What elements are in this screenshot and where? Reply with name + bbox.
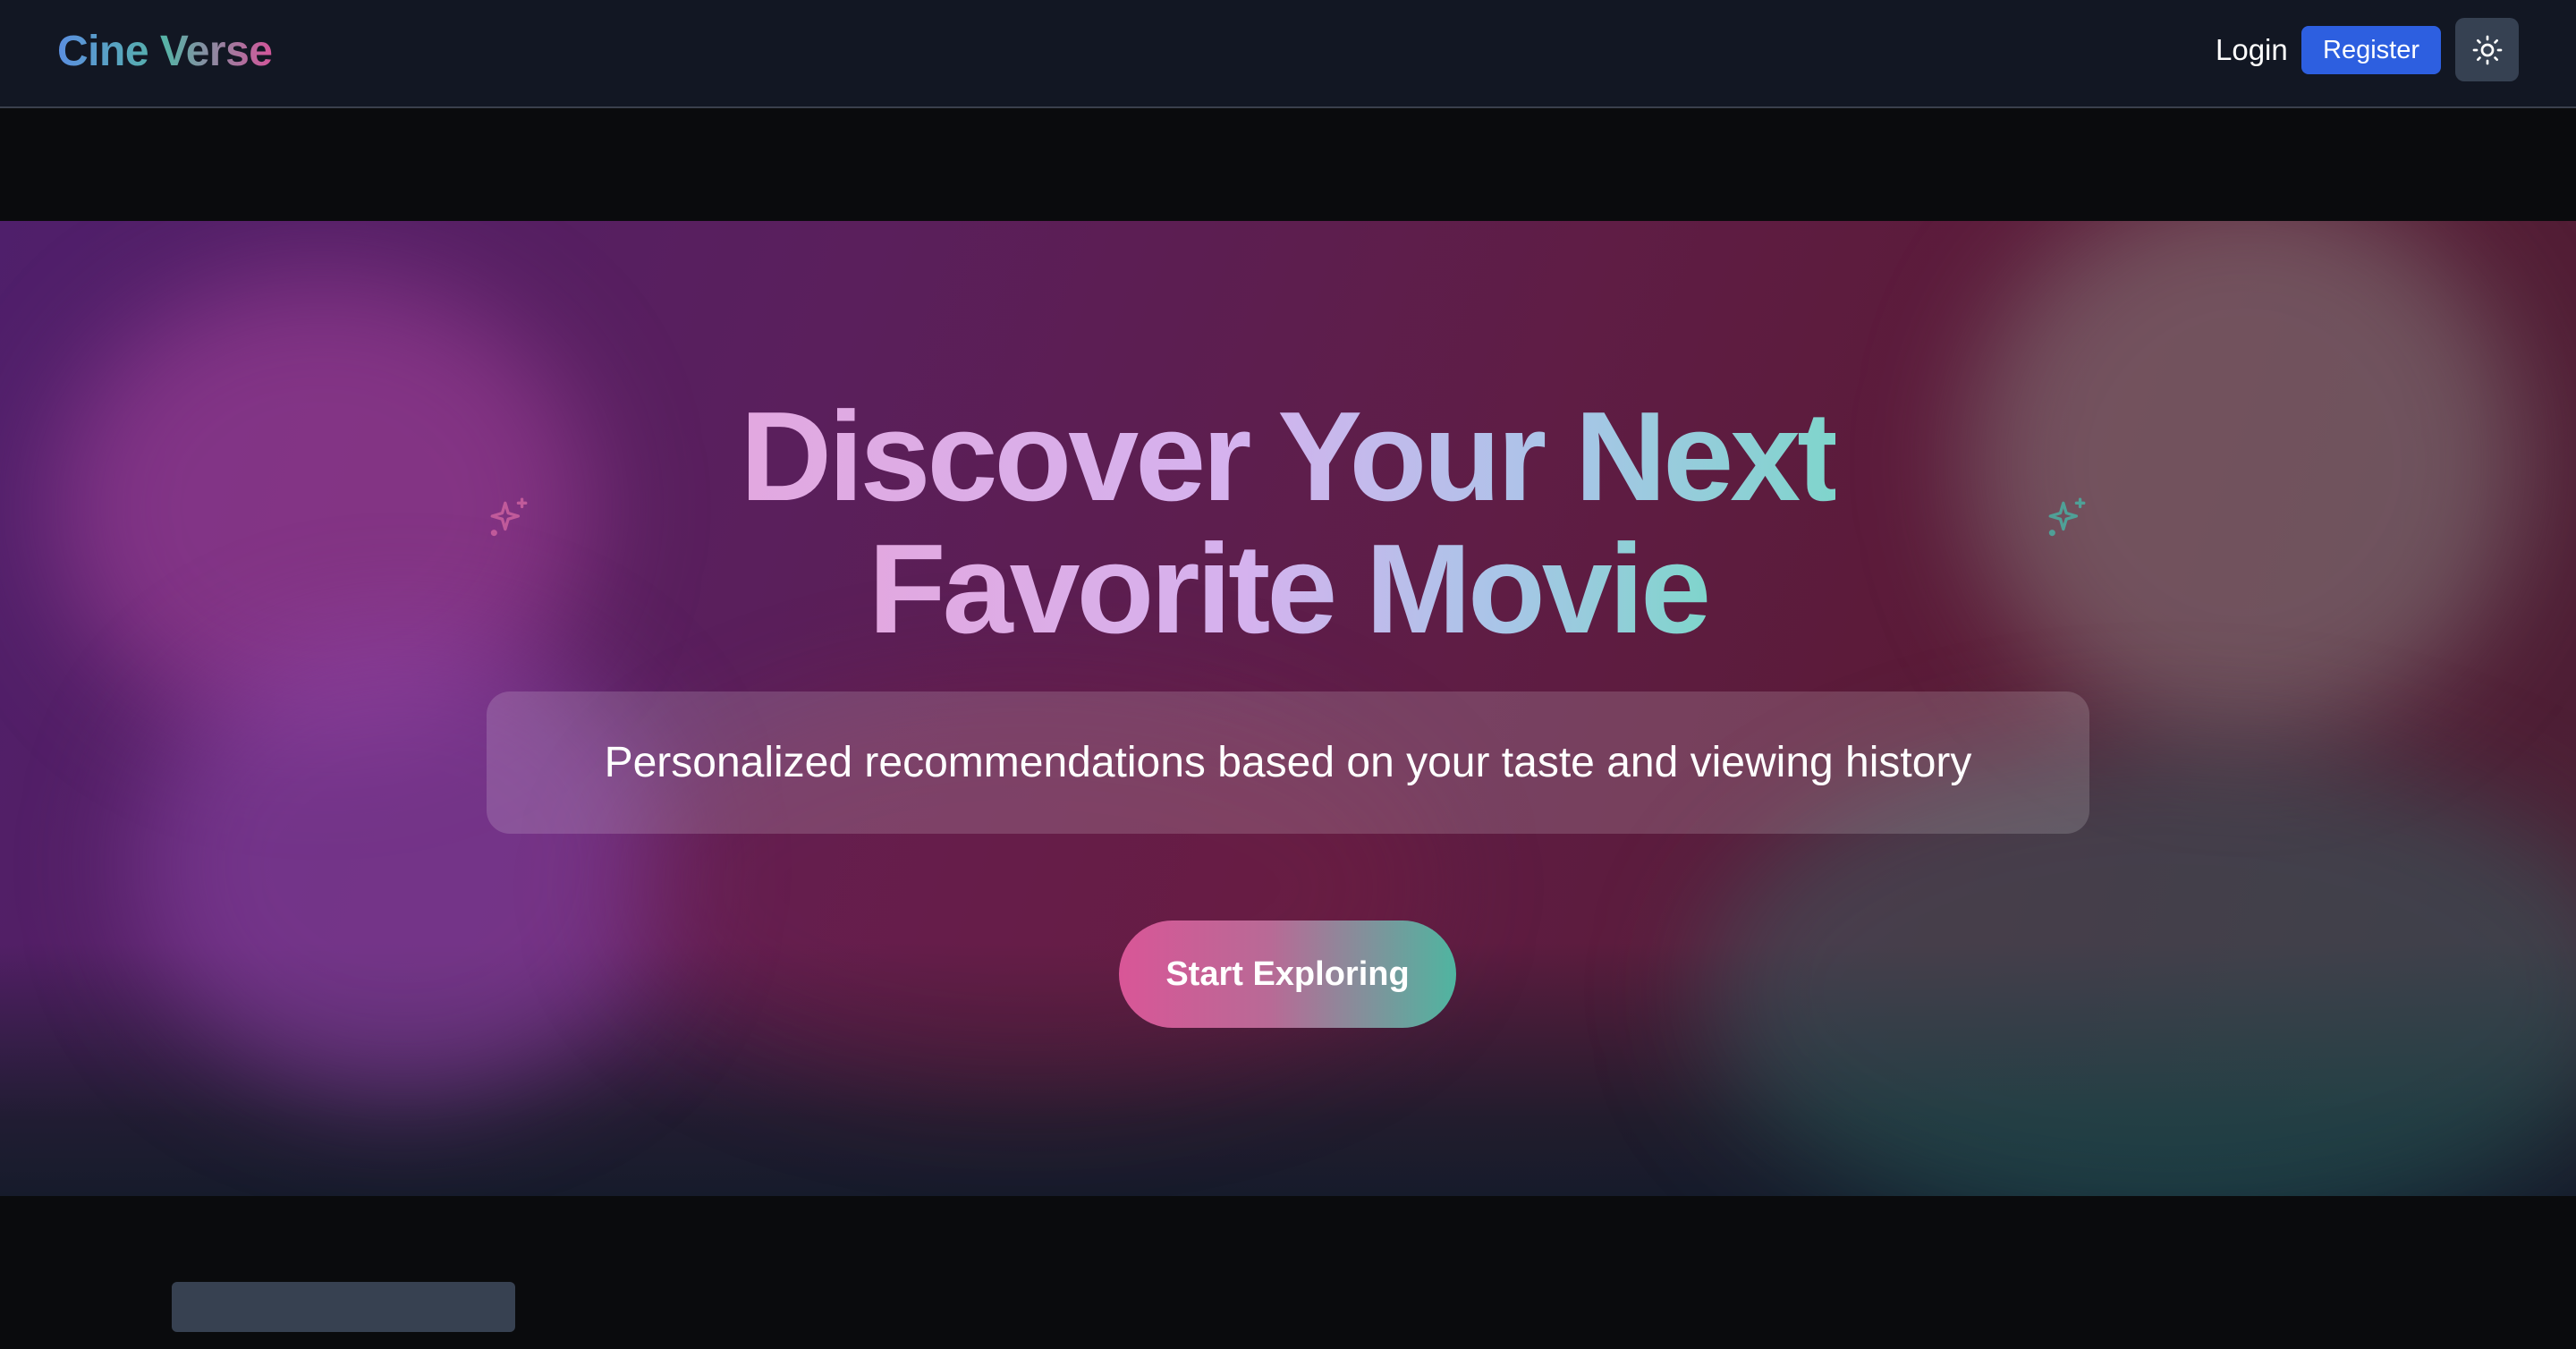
headline-line-2: Favorite Movie xyxy=(868,518,1711,660)
hero-headline: Discover Your Next Favorite Movie xyxy=(0,391,2576,656)
headline-line-1: Discover Your Next xyxy=(740,386,1840,528)
register-button[interactable]: Register xyxy=(2301,26,2441,74)
logo[interactable]: Cine Verse xyxy=(57,25,273,79)
hero-subtitle: Personalized recommendations based on yo… xyxy=(604,738,1972,786)
hero-section: Discover Your Next Favorite Movie Person… xyxy=(0,221,2576,1196)
login-link[interactable]: Login xyxy=(2216,30,2288,70)
sun-icon xyxy=(2472,35,2502,64)
loading-placeholder xyxy=(172,1282,515,1332)
subtitle-card: Personalized recommendations based on yo… xyxy=(487,691,2089,834)
theme-toggle-button[interactable] xyxy=(2455,18,2519,81)
start-exploring-button[interactable]: Start Exploring xyxy=(1119,921,1456,1028)
navbar: Cine Verse Login Register xyxy=(0,0,2576,108)
